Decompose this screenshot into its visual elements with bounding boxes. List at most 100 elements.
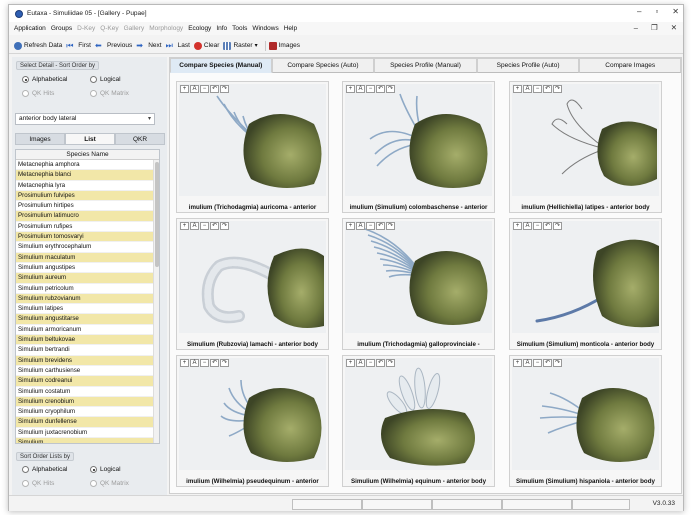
pupa-image[interactable] [179,84,326,196]
pupa-image[interactable] [512,221,659,333]
species-list-item[interactable]: Simulium cryophilum [16,407,159,418]
menu-gallery[interactable]: Gallery [124,25,145,32]
menu-d-key[interactable]: D-Key [77,25,95,32]
list-sort-qk-hits-radio[interactable]: QK Hits [22,480,54,487]
annotate-icon[interactable]: A [356,222,365,230]
species-list-item[interactable]: Simulium dunfellense [16,417,159,428]
raster-dropdown-icon[interactable]: ▾ [255,42,258,49]
species-list-item[interactable]: Simulium latipes [16,304,159,315]
zoom-out-icon[interactable]: − [200,222,209,230]
species-list-item[interactable]: Simulium codreanui [16,376,159,387]
rotate-left-icon[interactable]: ↶ [543,359,552,367]
minimize-icon[interactable]: – [637,7,641,16]
gallery-cell[interactable]: + A − ↶ ↷ imulium (Trichodagmia) auricoma - a… [176,81,329,213]
pupa-image[interactable] [179,221,326,333]
scrollbar-thumb[interactable] [155,162,159,267]
rotate-right-icon[interactable]: ↷ [553,85,562,93]
rotate-right-icon[interactable]: ↷ [386,85,395,93]
species-list-item[interactable]: Simulium maculatum [16,252,159,263]
raster-button[interactable]: Raster ▾ [223,41,258,50]
zoom-in-icon[interactable]: + [346,222,355,230]
sort-qk-hits-radio[interactable]: QK Hits [22,90,54,97]
menu-windows[interactable]: Windows [252,25,278,32]
pupa-image[interactable] [345,84,492,196]
species-list-item[interactable]: Simulium angustitarse [16,314,159,325]
rotate-left-icon[interactable]: ↶ [376,359,385,367]
tab-profile-manual[interactable]: Species Profile (Manual) [374,58,477,73]
last-button[interactable]: ⏭ Last [166,41,190,50]
gallery-cell[interactable]: + A − ↶ ↷ imulium (Simulium) colombaschense -… [342,81,495,213]
species-list-item[interactable]: Simulium armoricanum [16,325,159,336]
rotate-left-icon[interactable]: ↶ [210,222,219,230]
first-button[interactable]: ⏮ First [66,41,91,50]
gallery-cell[interactable]: + A − ↶ ↷ Simulium (Wilhelmia) equinum - ante… [342,355,495,487]
pupa-image[interactable] [512,358,659,470]
species-list-item[interactable]: Simulium crenobium [16,396,159,408]
refresh-data-button[interactable]: Refresh Data [14,41,62,50]
annotate-icon[interactable]: A [190,359,199,367]
zoom-in-icon[interactable]: + [513,85,522,93]
sort-alphabetical-radio[interactable]: Alphabetical [22,76,67,83]
annotate-icon[interactable]: A [356,359,365,367]
gallery-cell[interactable]: + A − ↶ ↷ Simulium (Simulium) hispaniola - an… [509,355,662,487]
tab-compare-images[interactable]: Compare Images [579,58,681,73]
species-list-scrollbar[interactable] [153,160,159,443]
tab-qkr[interactable]: QKR [115,133,165,145]
close-icon[interactable]: ✕ [672,7,679,16]
species-list-item[interactable]: Simulium bertrandi [16,345,159,356]
menu-help[interactable]: Help [284,25,297,32]
list-sort-qk-matrix-radio[interactable]: QK Matrix [90,480,129,487]
rotate-left-icon[interactable]: ↶ [543,222,552,230]
pupa-image[interactable] [345,358,492,470]
species-list-item[interactable]: Simulium carthusiense [16,366,159,377]
pupa-image[interactable] [179,358,326,470]
rotate-right-icon[interactable]: ↷ [386,359,395,367]
rotate-right-icon[interactable]: ↷ [553,359,562,367]
tab-profile-auto[interactable]: Species Profile (Auto) [476,58,580,73]
annotate-icon[interactable]: A [523,222,532,230]
maximize-icon[interactable]: ▫ [655,7,658,16]
tab-images[interactable]: Images [15,133,65,145]
rotate-left-icon[interactable]: ↶ [210,85,219,93]
rotate-right-icon[interactable]: ↷ [386,222,395,230]
annotate-icon[interactable]: A [356,85,365,93]
rotate-right-icon[interactable]: ↷ [553,222,562,230]
pupa-image[interactable] [345,221,492,333]
sort-qk-matrix-radio[interactable]: QK Matrix [90,90,129,97]
rotate-left-icon[interactable]: ↶ [376,222,385,230]
annotate-icon[interactable]: A [190,222,199,230]
zoom-in-icon[interactable]: + [513,359,522,367]
zoom-out-icon[interactable]: − [200,85,209,93]
pupa-image[interactable] [512,84,659,196]
zoom-out-icon[interactable]: − [533,222,542,230]
previous-button[interactable]: ⬅ Previous [95,41,132,50]
annotate-icon[interactable]: A [523,359,532,367]
species-list-item[interactable]: Simulium brevidens [16,355,159,366]
gallery-cell[interactable]: + A − ↶ ↷ Simulium (Simulium) monticola - ant… [509,218,662,350]
menu-morphology[interactable]: Morphology [149,25,183,32]
annotate-icon[interactable]: A [523,85,532,93]
species-list-item[interactable]: Simulium aureum [16,273,159,284]
species-list-item[interactable]: Metacnephia lyra [16,181,159,191]
zoom-out-icon[interactable]: − [533,85,542,93]
rotate-left-icon[interactable]: ↶ [376,85,385,93]
species-list-item[interactable]: Simulium erythrocephalum [16,242,159,253]
menu-q-key[interactable]: Q-Key [100,25,118,32]
rotate-right-icon[interactable]: ↷ [220,222,229,230]
species-list-item[interactable]: Prosimulium latimucro [16,211,159,222]
rotate-left-icon[interactable]: ↶ [210,359,219,367]
tab-compare-manual[interactable]: Compare Species (Manual) [170,58,272,73]
menu-ecology[interactable]: Ecology [188,25,211,32]
species-list-item[interactable]: Prosimulium hirtipes [16,201,159,212]
species-list-item[interactable]: Metacnephia blanci [16,170,159,181]
child-minimize-icon[interactable]: – [634,23,638,32]
species-list-item[interactable]: Prosimulium tomosvaryi [16,232,159,243]
species-list-item[interactable]: Simulium rubzovianum [16,293,159,305]
zoom-out-icon[interactable]: − [200,359,209,367]
detail-select[interactable]: anterior body lateral ▾ [15,113,155,125]
species-list-item[interactable]: Simulium costatum [16,387,159,397]
zoom-in-icon[interactable]: + [346,359,355,367]
rotate-right-icon[interactable]: ↷ [220,359,229,367]
tab-list[interactable]: List [65,133,115,145]
clear-button[interactable]: Clear [193,41,219,50]
